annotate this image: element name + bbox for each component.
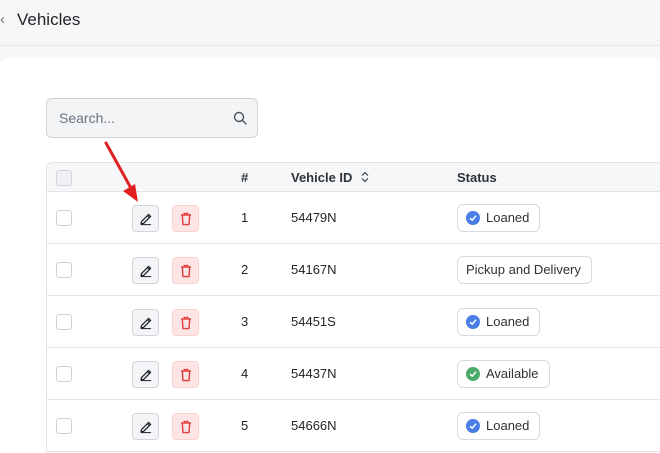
pencil-icon (140, 317, 152, 330)
vehicle-id: 54479N (291, 210, 337, 225)
row-number: 2 (241, 262, 249, 277)
search-icon[interactable] (233, 111, 247, 125)
page-header: ‹ Vehicles (0, 0, 660, 46)
vehicle-id: 54167N (291, 262, 337, 277)
select-all-checkbox[interactable] (56, 170, 72, 186)
column-header-vehicle-id[interactable]: Vehicle ID (291, 170, 352, 186)
table-row: 2 54167N Pickup and Delivery (47, 244, 660, 296)
vehicle-id: 54666N (291, 418, 337, 433)
page-title: Vehicles (17, 10, 81, 29)
trash-icon (181, 420, 191, 434)
row-checkbox[interactable] (56, 210, 72, 226)
trash-icon (181, 212, 191, 226)
status-label: Pickup and Delivery (466, 262, 581, 277)
vehicle-id: 54437N (291, 366, 337, 381)
row-number: 1 (241, 210, 249, 225)
delete-button[interactable] (172, 413, 199, 440)
row-number: 4 (241, 366, 249, 381)
check-circle-icon (466, 210, 480, 225)
edit-button[interactable] (132, 361, 159, 388)
delete-button[interactable] (172, 205, 199, 232)
pencil-icon (140, 213, 152, 226)
status-label: Loaned (486, 418, 530, 433)
status-badge: Loaned (457, 204, 541, 232)
table-row: 5 54666N Loaned (47, 400, 660, 452)
status-badge: Available (457, 360, 550, 388)
vehicles-table: # Vehicle ID Status 1 54479N Loaned 2 54167N… (46, 162, 660, 453)
check-circle-icon (466, 366, 480, 381)
trash-icon (181, 264, 191, 278)
column-header-status: Status (457, 170, 497, 185)
table-row: 3 54451S Loaned (47, 296, 660, 348)
vehicle-id: 54451S (291, 314, 336, 329)
status-label: Available (486, 366, 539, 381)
delete-button[interactable] (172, 309, 199, 336)
table-header: # Vehicle ID Status (47, 163, 660, 192)
trash-icon (181, 368, 191, 382)
status-label: Loaned (486, 314, 530, 329)
table-row: 1 54479N Loaned (47, 192, 660, 244)
chevron-left-icon[interactable]: ‹ (0, 10, 10, 30)
pencil-icon (140, 369, 152, 382)
trash-icon (181, 316, 191, 330)
column-header-number: # (241, 170, 249, 185)
delete-button[interactable] (172, 361, 199, 388)
edit-button[interactable] (132, 205, 159, 232)
status-badge: Loaned (457, 308, 541, 336)
delete-button[interactable] (172, 257, 199, 284)
search-box[interactable] (46, 98, 258, 138)
row-checkbox[interactable] (56, 418, 72, 434)
row-number: 5 (241, 418, 249, 433)
edit-button[interactable] (132, 257, 159, 284)
sort-icon[interactable] (360, 171, 370, 183)
pencil-icon (140, 265, 152, 278)
edit-button[interactable] (132, 413, 159, 440)
search-input[interactable] (59, 108, 219, 128)
check-circle-icon (466, 314, 480, 329)
table-row: 4 54437N Available (47, 348, 660, 400)
row-checkbox[interactable] (56, 366, 72, 382)
status-label: Loaned (486, 210, 530, 225)
row-checkbox[interactable] (56, 314, 72, 330)
status-badge: Loaned (457, 412, 541, 440)
check-circle-icon (466, 418, 480, 433)
edit-button[interactable] (132, 309, 159, 336)
pencil-icon (140, 421, 152, 434)
row-number: 3 (241, 314, 249, 329)
status-badge: Pickup and Delivery (457, 256, 592, 284)
row-checkbox[interactable] (56, 262, 72, 278)
